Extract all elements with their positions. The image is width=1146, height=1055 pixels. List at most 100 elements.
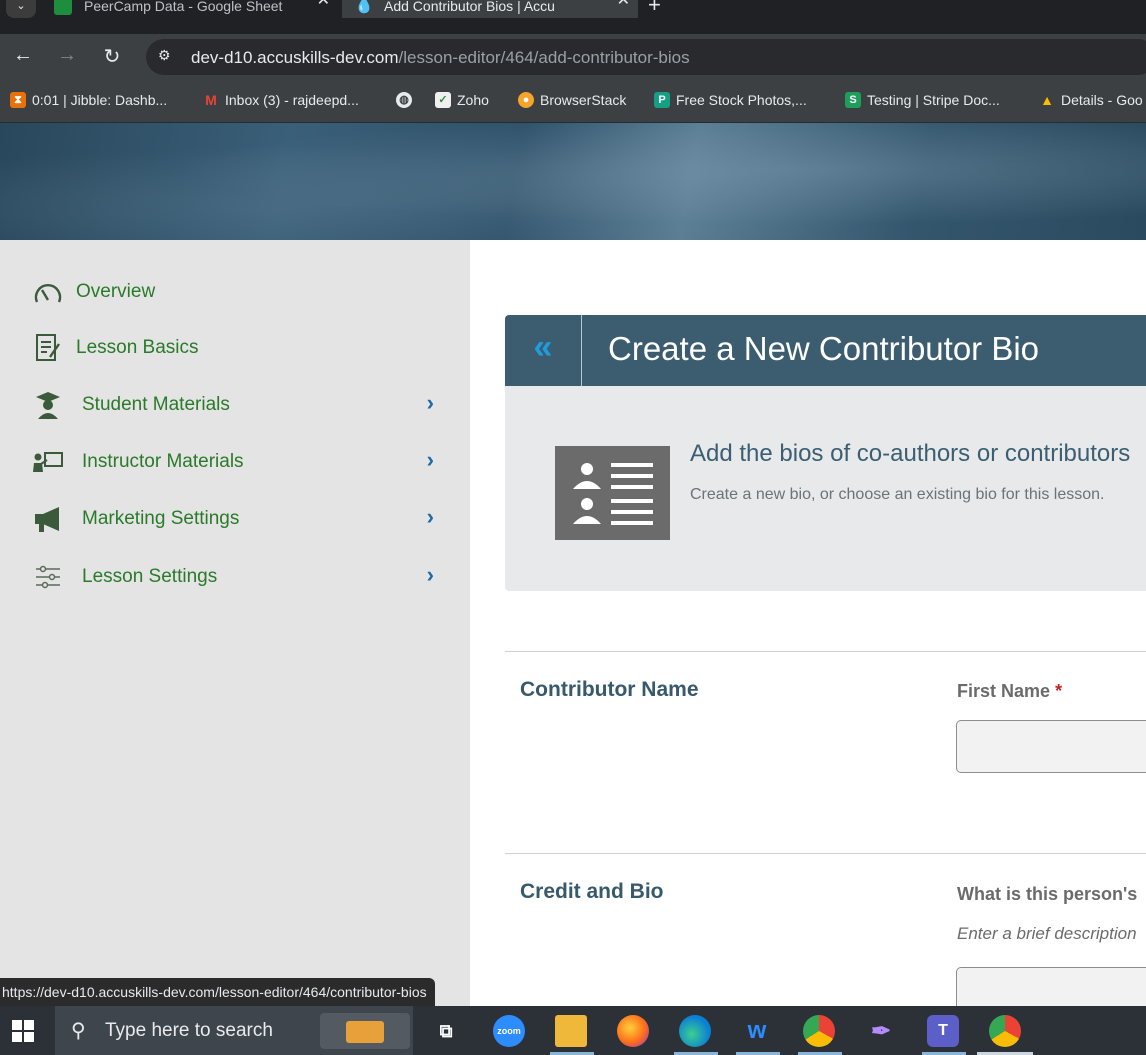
task-view-icon[interactable]: ⧉ [430, 1015, 462, 1047]
sidebar-item-label: Lesson Basics [76, 337, 199, 358]
chrome-icon[interactable] [989, 1015, 1021, 1047]
browserstack-icon: ● [518, 92, 534, 108]
first-name-input[interactable] [956, 720, 1146, 773]
forward-arrow-icon[interactable]: → [54, 44, 80, 67]
sidebar-item-label: Overview [76, 281, 156, 302]
bookmark-globe[interactable]: ◍ [396, 92, 418, 108]
bookmark-label: BrowserStack [540, 92, 627, 108]
sidebar-item-overview[interactable]: Overview [32, 275, 442, 309]
sidebar-item-student-materials[interactable]: Student Materials › [32, 388, 442, 422]
contact-card-icon [555, 446, 670, 540]
first-name-label: First Name * [957, 681, 1062, 702]
link-preview-status: https://dev-d10.accuskills-dev.com/lesso… [0, 978, 435, 1006]
search-icon: ⚲ [71, 1020, 86, 1042]
bookmark-label: Free Stock Photos,... [676, 92, 807, 108]
sidebar-item-label: Lesson Settings [82, 566, 218, 587]
url-path: /lesson-editor/464/add-contributor-bios [398, 48, 690, 67]
bookmark-pexels[interactable]: P Free Stock Photos,... [654, 92, 807, 108]
tab-title: Add Contributor Bios | Accu [384, 0, 555, 14]
feather-icon[interactable]: ✒ [865, 1015, 897, 1047]
bookmark-drive[interactable]: ▲ Details - Goo [1039, 92, 1143, 108]
page-title: Create a New Contributor Bio [608, 330, 1040, 367]
bookmark-gmail[interactable]: M Inbox (3) - rajdeepd... [203, 92, 359, 108]
sidebar-item-label: Student Materials [82, 394, 230, 415]
tab-add-contributor-bios[interactable]: 💧 Add Contributor Bios | Accu ✕ [342, 0, 638, 18]
document-edit-icon [32, 333, 64, 363]
section-label-credit-bio: Credit and Bio [520, 880, 664, 903]
url-host: dev-d10.accuskills-dev.com [191, 48, 399, 67]
sliders-icon [32, 562, 64, 592]
app-w-icon[interactable]: w [741, 1015, 773, 1047]
google-sheets-icon [54, 0, 72, 15]
new-tab-icon[interactable]: + [648, 0, 661, 18]
bookmark-label: Details - Goo [1061, 92, 1143, 108]
chrome-profile-icon[interactable] [803, 1015, 835, 1047]
sidebar-item-lesson-settings[interactable]: Lesson Settings › [32, 560, 442, 594]
tab-search-chevron-icon[interactable]: ⌄ [6, 0, 36, 18]
main-content: « Create a New Contributor Bio Add the b… [470, 240, 1146, 1006]
graduate-icon [32, 390, 64, 420]
chevron-right-icon[interactable]: › [427, 504, 434, 530]
gmail-icon: M [205, 92, 217, 108]
megaphone-icon [32, 504, 64, 534]
bookmark-label: Inbox (3) - rajdeepd... [225, 92, 359, 108]
credit-bio-input[interactable] [956, 967, 1146, 1006]
search-placeholder: Type here to search [105, 1020, 273, 1041]
hourglass-icon: ⧗ [10, 92, 26, 108]
zoho-icon: ✓ [435, 92, 451, 108]
firefox-icon[interactable] [617, 1015, 649, 1047]
intro-box: Add the bios of co-authors or contributo… [505, 386, 1146, 591]
hero-banner [0, 123, 1146, 240]
close-tab-icon[interactable]: ✕ [317, 0, 330, 10]
sidebar-item-marketing-settings[interactable]: Marketing Settings › [32, 502, 442, 536]
credit-hint: Enter a brief description [957, 924, 1137, 943]
teacher-board-icon [32, 447, 64, 477]
bookmark-browserstack[interactable]: ● BrowserStack [518, 92, 626, 108]
bookmark-jibble[interactable]: ⧗ 0:01 | Jibble: Dashb... [10, 92, 167, 108]
taskbar-search[interactable]: ⚲ Type here to search [55, 1006, 413, 1055]
section-divider [505, 651, 1146, 652]
chevron-right-icon[interactable]: › [427, 562, 434, 588]
drupal-icon: 💧 [354, 0, 374, 14]
panel-header: « Create a New Contributor Bio [505, 315, 1146, 386]
briefcase-icon[interactable] [320, 1013, 410, 1049]
chevron-right-icon[interactable]: › [427, 447, 434, 473]
bookmark-label: Zoho [457, 92, 489, 108]
sidebar-item-label: Instructor Materials [82, 451, 244, 472]
sidebar-item-lesson-basics[interactable]: Lesson Basics [32, 331, 442, 365]
address-toolbar: ← → ↻ ⚙ dev-d10.accuskills-dev.com/lesso… [0, 34, 1146, 80]
google-drive-icon: ▲ [1040, 92, 1054, 108]
tab-strip: ⌄ PeerCamp Data - Google Sheet ✕ 💧 Add C… [0, 0, 1146, 34]
windows-taskbar: ⚲ Type here to search ⧉ zoom w ✒ T [0, 1006, 1146, 1055]
required-asterisk: * [1055, 681, 1063, 701]
tab-title: PeerCamp Data - Google Sheet [84, 0, 283, 14]
reload-icon[interactable]: ↻ [99, 44, 125, 69]
back-arrow-icon[interactable]: ← [10, 44, 36, 67]
sidebar-item-label: Marketing Settings [82, 508, 240, 529]
stripe-icon: S [845, 92, 861, 108]
site-info-icon[interactable]: ⚙ [158, 47, 171, 64]
tab-peercamp-data[interactable]: PeerCamp Data - Google Sheet ✕ [40, 0, 338, 18]
bookmarks-bar: ⧗ 0:01 | Jibble: Dashb... M Inbox (3) - … [0, 80, 1146, 123]
sidebar-item-instructor-materials[interactable]: Instructor Materials › [32, 445, 442, 479]
pexels-icon: P [654, 92, 670, 108]
zoom-icon[interactable]: zoom [493, 1015, 525, 1047]
file-explorer-icon[interactable] [555, 1015, 587, 1047]
first-name-label-text: First Name [957, 681, 1051, 701]
bookmark-zoho[interactable]: ✓ Zoho [435, 92, 489, 108]
back-button[interactable]: « [505, 315, 582, 386]
intro-heading: Add the bios of co-authors or contributo… [690, 440, 1131, 467]
close-tab-icon[interactable]: ✕ [617, 0, 630, 10]
omnibox[interactable]: ⚙ dev-d10.accuskills-dev.com/lesson-edit… [146, 39, 1146, 75]
section-label-contributor-name: Contributor Name [520, 678, 699, 701]
lesson-editor-sidebar: Overview Lesson Basics Student Materials… [0, 240, 470, 1006]
url-text[interactable]: dev-d10.accuskills-dev.com/lesson-editor… [191, 48, 690, 68]
windows-start-icon[interactable] [12, 1020, 34, 1042]
chevron-right-icon[interactable]: › [427, 390, 434, 416]
section-divider [505, 853, 1146, 854]
teams-icon[interactable]: T [927, 1015, 959, 1047]
bookmark-stripe[interactable]: S Testing | Stripe Doc... [845, 92, 1000, 108]
bookmark-label: 0:01 | Jibble: Dashb... [32, 92, 168, 108]
edge-icon[interactable] [679, 1015, 711, 1047]
credit-question-label: What is this person's [957, 884, 1138, 904]
